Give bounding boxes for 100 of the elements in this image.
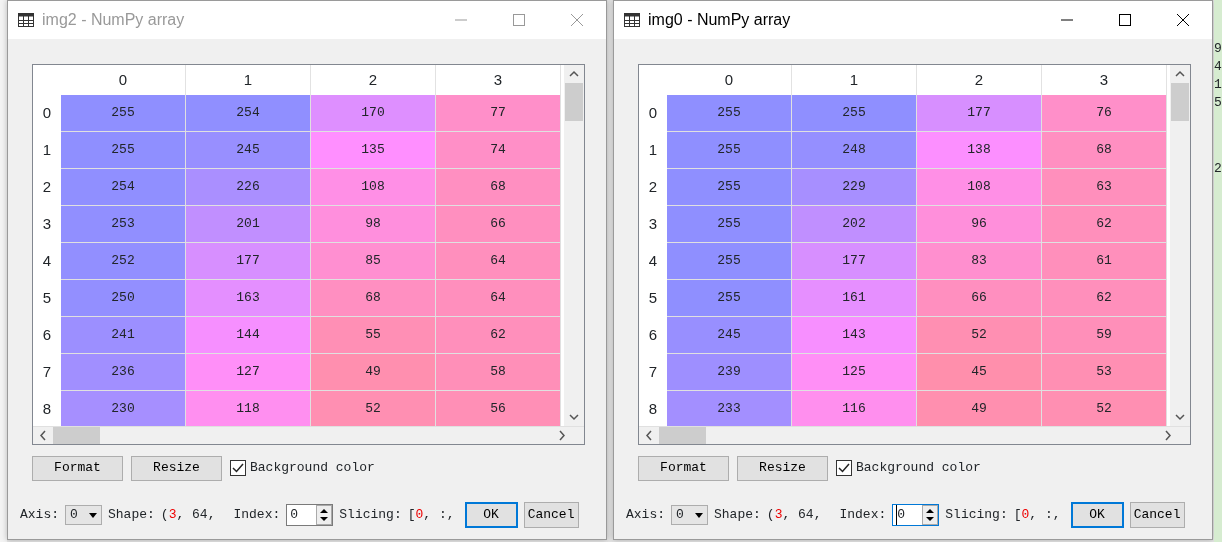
table-cell[interactable]: 53 [1042, 354, 1167, 391]
table-cell[interactable]: 52 [311, 391, 436, 426]
table-cell[interactable]: 66 [917, 280, 1042, 317]
table-cell[interactable]: 177 [186, 243, 311, 280]
table-cell[interactable]: 45 [917, 354, 1042, 391]
table-cell[interactable]: 163 [186, 280, 311, 317]
table-cell[interactable]: 254 [61, 169, 186, 206]
table-cell[interactable]: 49 [311, 354, 436, 391]
table-cell[interactable]: 255 [667, 243, 792, 280]
table-cell[interactable]: 127 [186, 354, 311, 391]
table-cell[interactable]: 68 [1042, 132, 1167, 169]
scrollbar-thumb[interactable] [1171, 83, 1189, 121]
table-cell[interactable]: 250 [61, 280, 186, 317]
table-cell[interactable]: 255 [667, 169, 792, 206]
table-cell[interactable]: 201 [186, 206, 311, 243]
format-button[interactable]: Format [638, 455, 729, 481]
spin-arrows-icon[interactable] [922, 505, 939, 525]
table-cell[interactable]: 62 [1042, 280, 1167, 317]
table-cell[interactable]: 68 [311, 280, 436, 317]
table-cell[interactable]: 52 [917, 317, 1042, 354]
format-button[interactable]: Format [32, 455, 123, 481]
table-cell[interactable]: 253 [61, 206, 186, 243]
resize-button[interactable]: Resize [737, 455, 828, 481]
table-cell[interactable]: 64 [436, 243, 561, 280]
vertical-scrollbar[interactable] [1170, 65, 1190, 426]
table-cell[interactable]: 248 [792, 132, 917, 169]
table-cell[interactable]: 245 [186, 132, 311, 169]
table-cell[interactable]: 229 [792, 169, 917, 206]
table-cell[interactable]: 85 [311, 243, 436, 280]
index-spinbox[interactable]: 0 [286, 504, 334, 526]
slicing-value: [0, :, [1013, 506, 1061, 525]
table-cell[interactable]: 255 [667, 280, 792, 317]
table-cell[interactable]: 66 [436, 206, 561, 243]
table-cell[interactable]: 255 [61, 132, 186, 169]
table-cell[interactable]: 170 [311, 95, 436, 132]
table-cell[interactable]: 49 [917, 391, 1042, 426]
table-cell[interactable]: 161 [792, 280, 917, 317]
table-cell[interactable]: 62 [1042, 206, 1167, 243]
table-cell[interactable]: 58 [436, 354, 561, 391]
axis-dropdown[interactable]: 0 [671, 505, 708, 525]
vertical-scrollbar[interactable] [564, 65, 584, 426]
table-cell[interactable]: 255 [667, 206, 792, 243]
table-cell[interactable]: 202 [792, 206, 917, 243]
cancel-button[interactable]: Cancel [523, 502, 579, 528]
table-cell[interactable]: 255 [667, 132, 792, 169]
scrollbar-thumb[interactable] [659, 427, 706, 444]
table-cell[interactable]: 138 [917, 132, 1042, 169]
table-cell[interactable]: 255 [792, 95, 917, 132]
checkbox[interactable] [836, 460, 852, 476]
table-cell[interactable]: 125 [792, 354, 917, 391]
table-cell[interactable]: 96 [917, 206, 1042, 243]
shape-label: Shape: [108, 506, 155, 525]
table-cell[interactable]: 83 [917, 243, 1042, 280]
table-cell[interactable]: 118 [186, 391, 311, 426]
table-cell[interactable]: 52 [1042, 391, 1167, 426]
scrollbar-thumb[interactable] [565, 83, 583, 121]
table-cell[interactable]: 135 [311, 132, 436, 169]
table-cell[interactable]: 55 [311, 317, 436, 354]
table-cell[interactable]: 241 [61, 317, 186, 354]
table-cell[interactable]: 108 [917, 169, 1042, 206]
axis-dropdown[interactable]: 0 [65, 505, 102, 525]
horizontal-scrollbar[interactable] [639, 426, 1190, 444]
table-cell[interactable]: 76 [1042, 95, 1167, 132]
spin-arrows-icon[interactable] [316, 505, 333, 525]
table-cell[interactable]: 245 [667, 317, 792, 354]
table-cell[interactable]: 116 [792, 391, 917, 426]
horizontal-scrollbar[interactable] [33, 426, 584, 444]
resize-button[interactable]: Resize [131, 455, 222, 481]
table-cell[interactable]: 230 [61, 391, 186, 426]
scrollbar-thumb[interactable] [53, 427, 100, 444]
index-spinbox[interactable]: 0 [892, 504, 940, 526]
table-cell[interactable]: 254 [186, 95, 311, 132]
checkbox-label: Background color [250, 459, 375, 478]
table-cell[interactable]: 64 [436, 280, 561, 317]
table-cell[interactable]: 144 [186, 317, 311, 354]
table-cell[interactable]: 61 [1042, 243, 1167, 280]
table-cell[interactable]: 108 [311, 169, 436, 206]
table-cell[interactable]: 68 [436, 169, 561, 206]
ok-button[interactable]: OK [464, 502, 518, 528]
table-cell[interactable]: 255 [61, 95, 186, 132]
cancel-button[interactable]: Cancel [1129, 502, 1185, 528]
table-cell[interactable]: 74 [436, 132, 561, 169]
table-cell[interactable]: 177 [792, 243, 917, 280]
checkbox[interactable] [230, 460, 246, 476]
table-cell[interactable]: 59 [1042, 317, 1167, 354]
table-cell[interactable]: 252 [61, 243, 186, 280]
table-cell[interactable]: 226 [186, 169, 311, 206]
index-label: Index: [233, 506, 281, 525]
table-cell[interactable]: 77 [436, 95, 561, 132]
table-cell[interactable]: 239 [667, 354, 792, 391]
ok-button[interactable]: OK [1070, 502, 1124, 528]
table-cell[interactable]: 236 [61, 354, 186, 391]
table-cell[interactable]: 177 [917, 95, 1042, 132]
table-cell[interactable]: 233 [667, 391, 792, 426]
table-cell[interactable]: 62 [436, 317, 561, 354]
table-cell[interactable]: 98 [311, 206, 436, 243]
table-cell[interactable]: 143 [792, 317, 917, 354]
table-cell[interactable]: 56 [436, 391, 561, 426]
table-cell[interactable]: 63 [1042, 169, 1167, 206]
table-cell[interactable]: 255 [667, 95, 792, 132]
